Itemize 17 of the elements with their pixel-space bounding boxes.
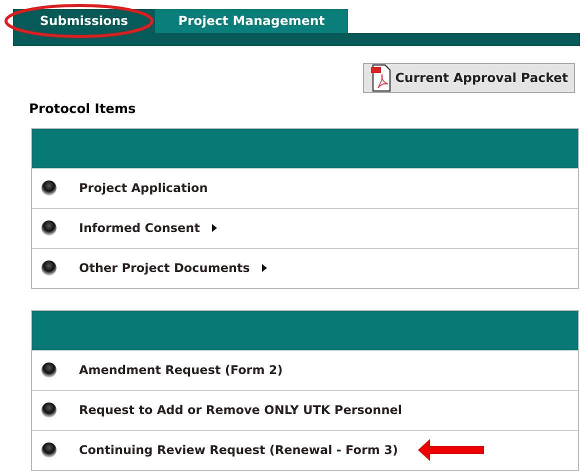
bullet-icon xyxy=(41,442,57,458)
item-link[interactable]: Request to Add or Remove ONLY UTK Personnel xyxy=(79,401,402,420)
bullet-icon xyxy=(41,402,57,418)
tab[interactable]: Submissions xyxy=(13,9,155,34)
item-link[interactable]: Continuing Review Request (Renewal - Form 3) xyxy=(79,441,398,460)
tab[interactable]: Project Management xyxy=(155,9,348,34)
approval-packet-button[interactable]: Current Approval Packet xyxy=(363,63,575,94)
item-link[interactable]: Amendment Request (Form 2) xyxy=(79,361,283,380)
item-link[interactable]: Other Project Documents xyxy=(79,259,250,278)
pdf-file-icon xyxy=(370,64,392,92)
bullet-icon xyxy=(41,180,57,196)
section-title: Protocol Items xyxy=(29,101,137,120)
item-link[interactable]: Informed Consent xyxy=(79,219,200,238)
bullet-icon xyxy=(41,362,57,378)
item-link[interactable]: Project Application xyxy=(79,179,208,198)
bullet-icon xyxy=(41,220,57,236)
bullet-icon xyxy=(41,260,57,276)
